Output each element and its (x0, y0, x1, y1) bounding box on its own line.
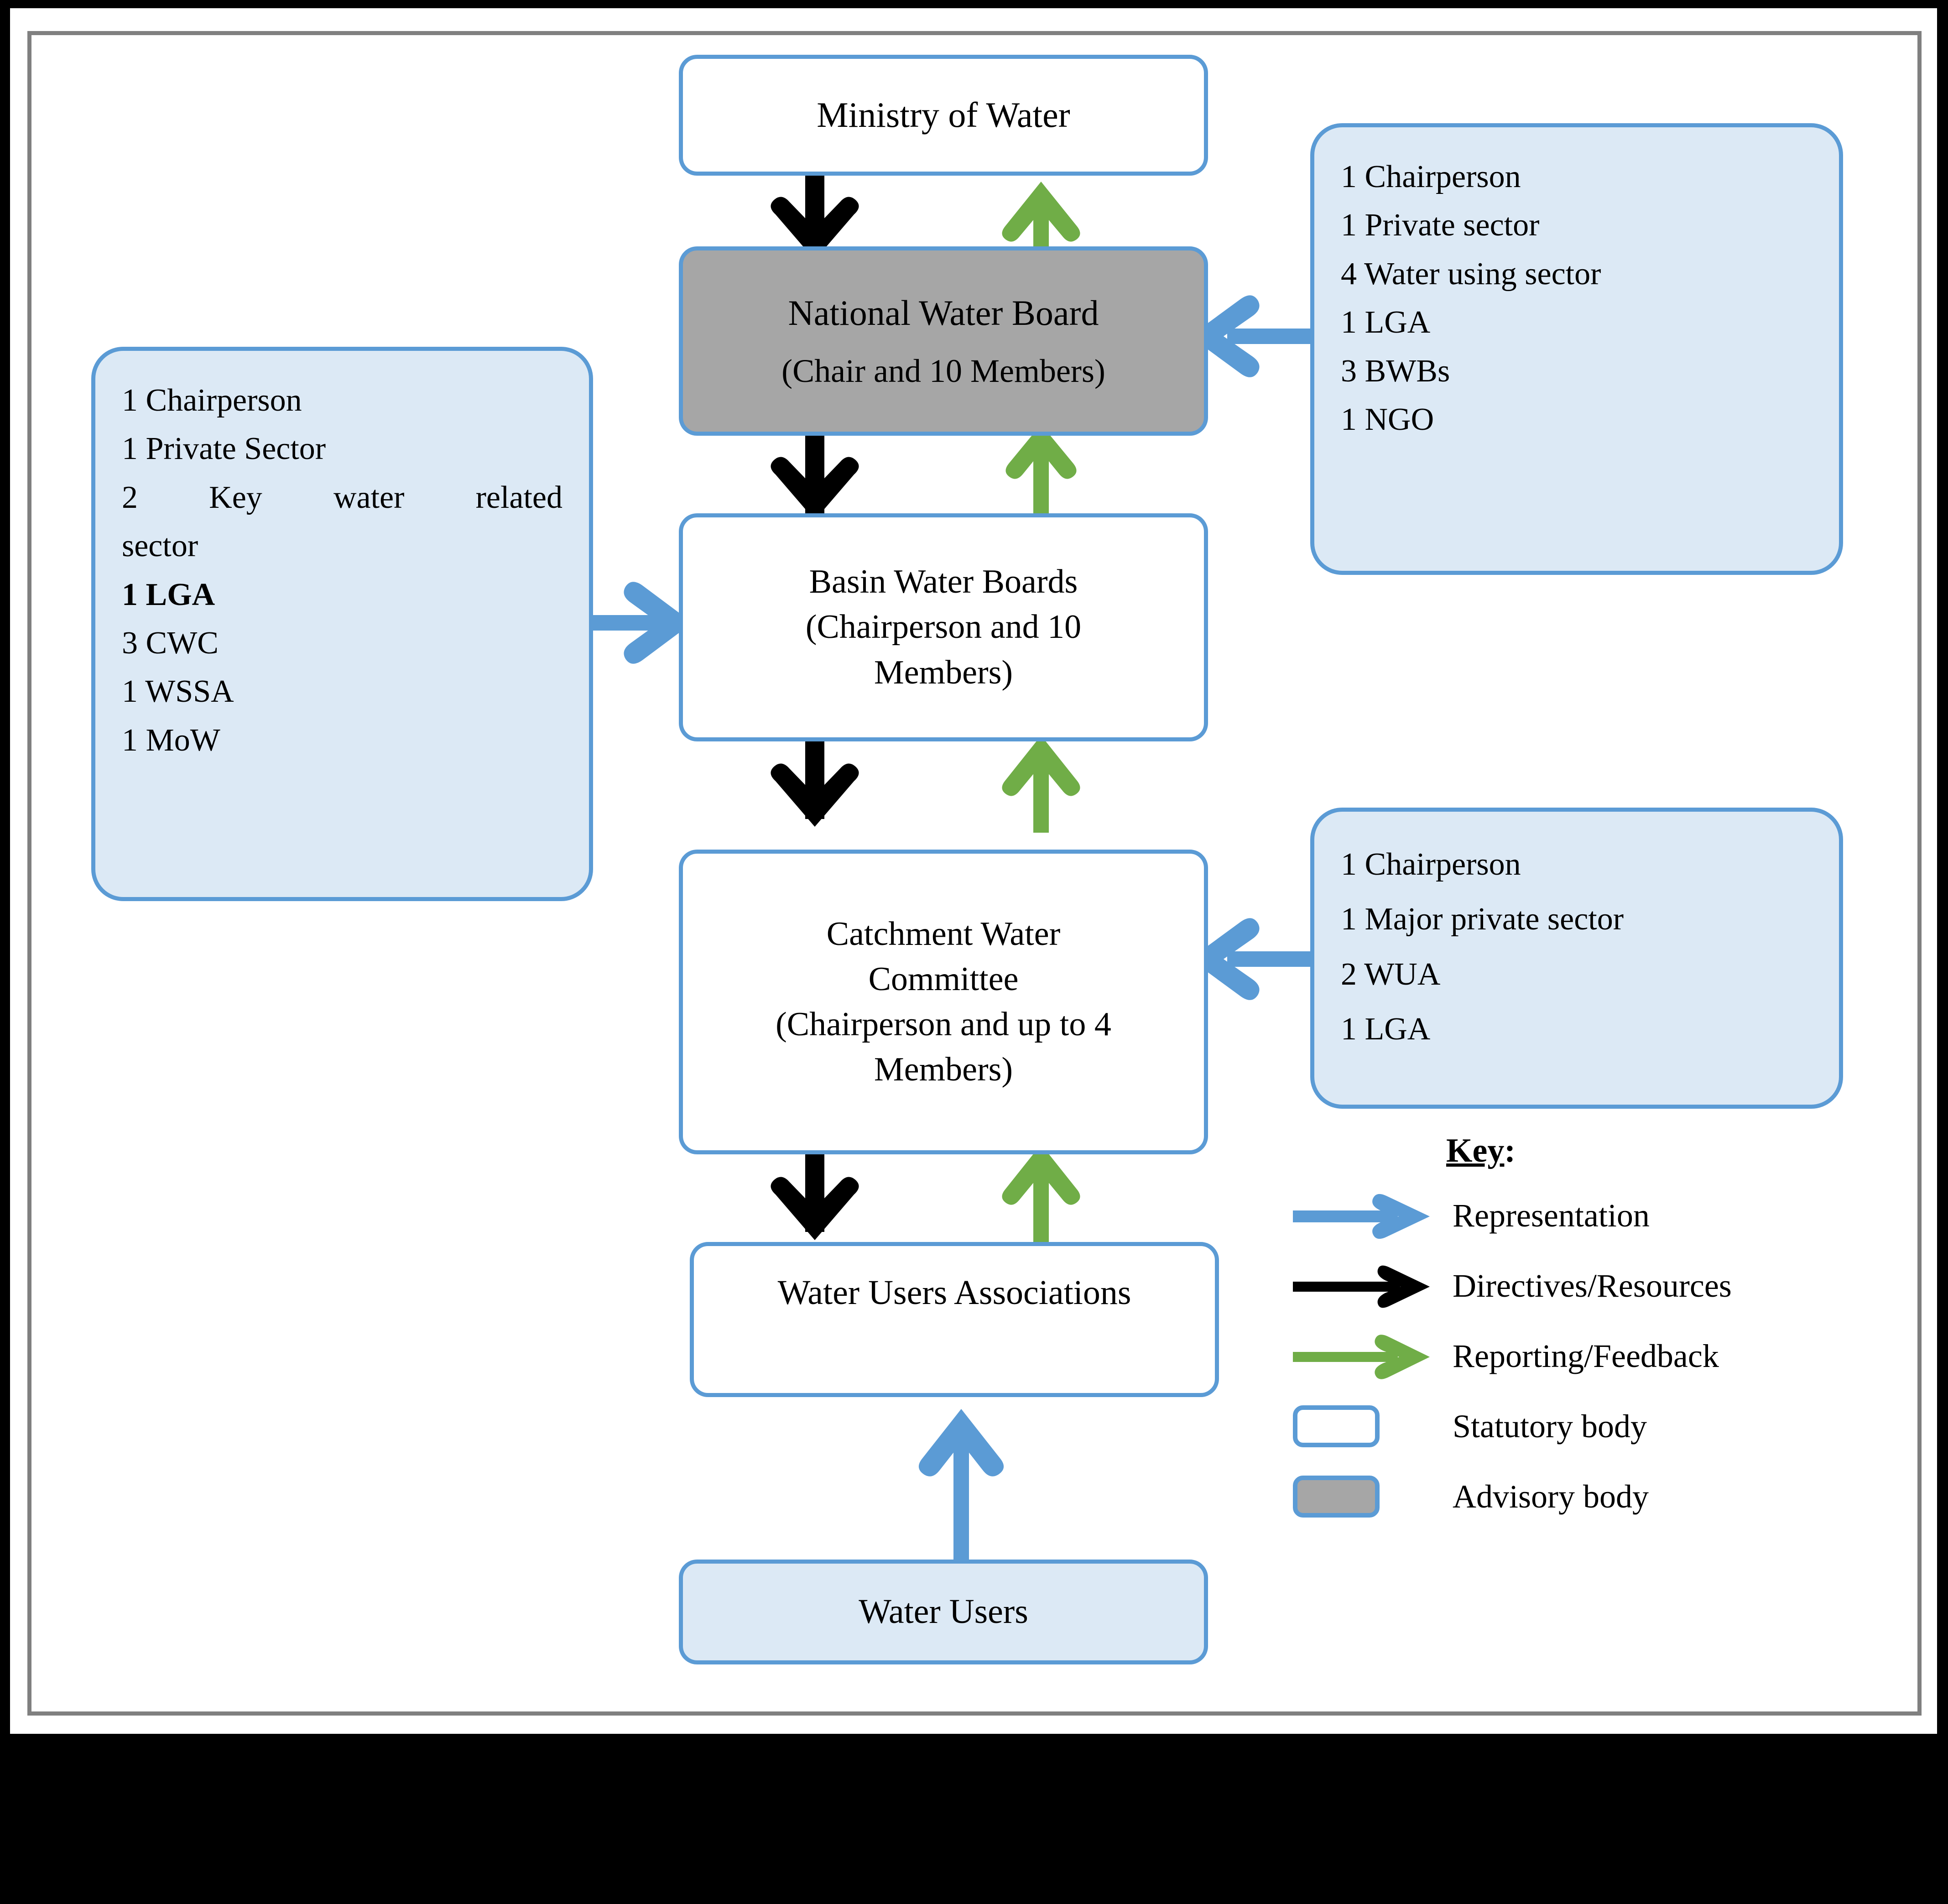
node-subtitle-line1: (Chairperson and 10 (805, 608, 1082, 646)
legend-title-text: Key (1446, 1132, 1505, 1169)
node-water-users-associations[interactable]: Water Users Associations (690, 1242, 1219, 1397)
callout-line-wrapped: 2 Key water related (122, 480, 563, 515)
node-title: National Water Board (788, 293, 1099, 333)
callout-line: 1 LGA (1341, 305, 1431, 340)
callout-national-board-composition[interactable]: 1 Chairperson 1 Private sector 4 Water u… (1310, 123, 1843, 575)
white-box-icon (1287, 1405, 1443, 1447)
legend-label: Advisory body (1453, 1478, 1649, 1515)
node-subtitle-line1: (Chairperson and up to 4 (776, 1006, 1111, 1043)
legend-row-statutory-body: Statutory body (1287, 1391, 1907, 1461)
legend-title-colon: : (1504, 1132, 1516, 1169)
callout-line: 1 Private Sector (122, 431, 326, 467)
legend-row-reporting: Reporting/Feedback (1287, 1321, 1907, 1391)
diagram-canvas: Ministry of Water National Water Board (… (0, 0, 1948, 1904)
node-subtitle-line2: Members) (874, 1051, 1013, 1089)
legend: Key: Representation Directives/Resources (1287, 1132, 1907, 1532)
node-ministry-of-water[interactable]: Ministry of Water (679, 55, 1208, 176)
callout-basin-board-composition[interactable]: 1 Chairperson 1 Private Sector 2 Key wat… (91, 347, 593, 901)
node-subtitle: (Chair and 10 Members) (781, 352, 1105, 389)
legend-row-representation: Representation (1287, 1180, 1907, 1251)
callout-line: 3 BWBs (1341, 353, 1450, 389)
legend-title: Key: (1446, 1132, 1907, 1170)
callout-line: 4 Water using sector (1341, 256, 1601, 292)
callout-line: 1 NGO (1341, 402, 1434, 437)
node-title-line2: Committee (868, 960, 1019, 998)
node-title-line1: Catchment Water (826, 915, 1061, 953)
node-water-users[interactable]: Water Users (679, 1560, 1208, 1664)
callout-line: 1 Major private sector (1341, 902, 1624, 937)
black-arrow-icon (1287, 1261, 1443, 1311)
node-label: Water Users (859, 1592, 1028, 1631)
node-label: Water Users Associations (777, 1273, 1131, 1312)
callout-line-continuation: sector (122, 528, 198, 564)
legend-label: Reporting/Feedback (1453, 1337, 1719, 1374)
callout-line: 1 Private sector (1341, 208, 1540, 243)
callout-line: 1 Chairperson (1341, 159, 1521, 194)
node-basin-water-boards[interactable]: Basin Water Boards (Chairperson and 10 M… (679, 513, 1208, 741)
gray-box-icon (1287, 1476, 1443, 1518)
legend-label: Statutory body (1453, 1408, 1647, 1445)
callout-catchment-committee-composition[interactable]: 1 Chairperson 1 Major private sector 2 W… (1310, 808, 1843, 1109)
node-label: Ministry of Water (817, 95, 1070, 135)
callout-line: 3 CWC (122, 625, 219, 661)
callout-line: 1 Chairperson (1341, 847, 1521, 882)
callout-line-highlighted: 1 LGA (122, 577, 215, 612)
legend-label: Directives/Resources (1453, 1267, 1732, 1304)
node-title: Basin Water Boards (809, 563, 1078, 601)
callout-line: 2 WUA (1341, 956, 1441, 992)
callout-line: 1 WSSA (122, 674, 234, 709)
green-arrow-icon (1287, 1331, 1443, 1381)
callout-line: 1 MoW (122, 722, 220, 758)
callout-line: 1 LGA (1341, 1012, 1431, 1047)
node-national-water-board[interactable]: National Water Board (Chair and 10 Membe… (679, 246, 1208, 436)
legend-row-advisory-body: Advisory body (1287, 1461, 1907, 1532)
legend-row-directives: Directives/Resources (1287, 1251, 1907, 1321)
callout-line: 1 Chairperson (122, 383, 302, 418)
node-catchment-water-committee[interactable]: Catchment Water Committee (Chairperson a… (679, 850, 1208, 1154)
node-subtitle-line2: Members) (874, 653, 1013, 691)
legend-label: Representation (1453, 1197, 1650, 1234)
blue-arrow-icon (1287, 1190, 1443, 1241)
